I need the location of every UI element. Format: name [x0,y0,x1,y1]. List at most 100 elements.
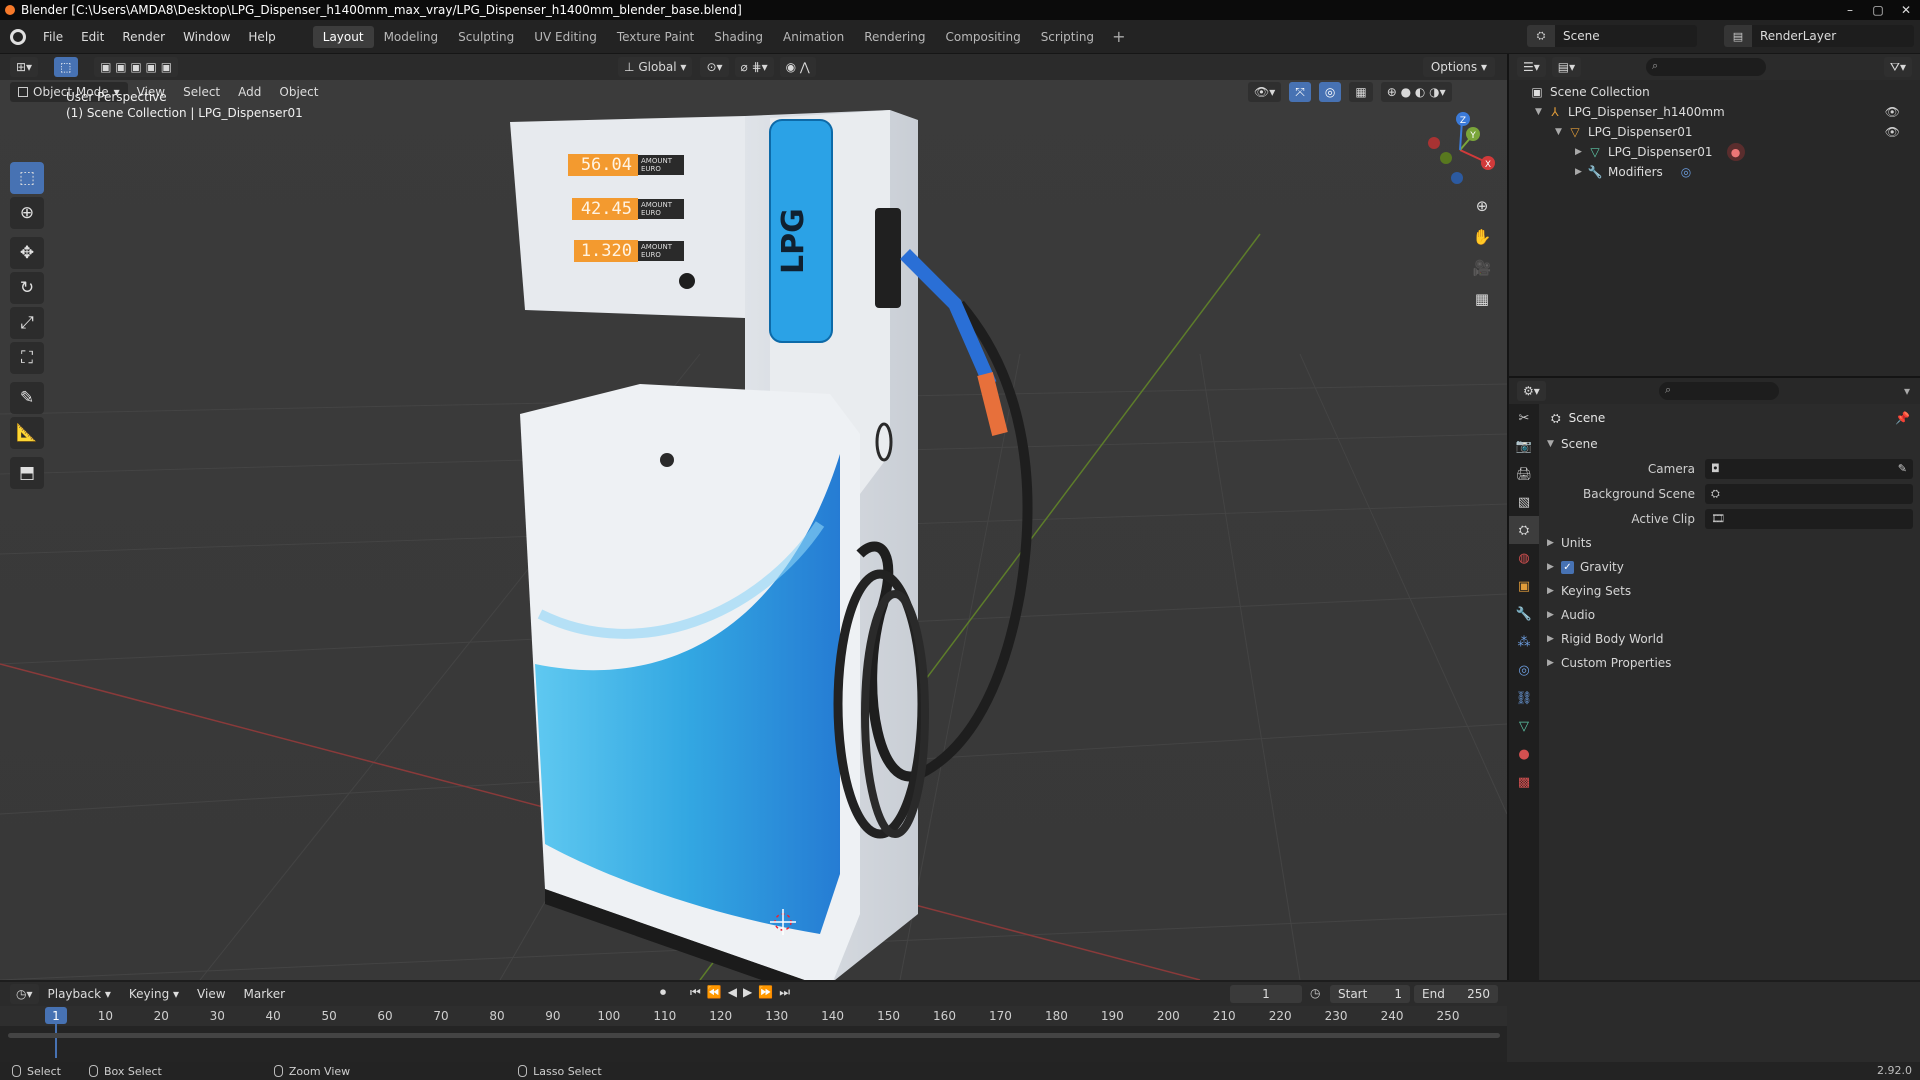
editor-type-icon[interactable]: ⊞▾ [10,57,39,77]
jump-end-icon[interactable]: ⏭ [779,985,790,1000]
add-cube-tool-icon[interactable]: ⬒ [10,457,44,489]
tool-tab-icon[interactable]: ✂ [1509,404,1539,432]
view-layer-tab-icon[interactable]: ▧ [1509,488,1539,516]
camera-view-icon[interactable]: 🎥 [1468,254,1496,282]
modifier-icon[interactable]: ◎ [1681,165,1691,179]
select-tool-icon[interactable]: ⬚ [54,57,79,77]
timeline-menu-marker[interactable]: Marker [235,987,294,1001]
playhead-frame-indicator[interactable]: 1 [45,1007,67,1024]
timeline-menu-view[interactable]: View [188,987,234,1001]
timeline-scrollbar[interactable] [8,1033,1500,1038]
properties-editor-icon[interactable]: ⚙▾ [1517,381,1546,401]
selection-mode-icons[interactable]: ▣ ▣ ▣ ▣ ▣ [94,57,179,77]
active-clip-field[interactable]: 🎞 [1705,508,1913,529]
end-frame-field[interactable]: End 250 [1414,985,1498,1003]
scene-panel-header[interactable]: ▼ Scene [1539,432,1920,456]
tab-scripting[interactable]: Scripting [1031,26,1104,48]
pin-icon[interactable]: 📌 [1895,411,1910,425]
cursor-tool-icon[interactable]: ⊕ [10,197,44,229]
background-scene-field[interactable]: ⛭ [1705,483,1913,504]
particles-tab-icon[interactable]: ⁂ [1509,628,1539,656]
tab-uv-editing[interactable]: UV Editing [524,26,607,48]
render-tab-icon[interactable]: 📷 [1509,432,1539,460]
shading-modes-icon[interactable]: ⊕ ● ◐ ◑▾ [1380,82,1452,102]
select-box-tool-icon[interactable]: ⬚ [10,162,44,194]
properties-search-input[interactable]: ⌕ [1659,382,1779,400]
maximize-icon[interactable]: ▢ [1864,0,1892,20]
expand-arrow-icon[interactable]: ▶ [1575,167,1587,177]
prev-keyframe-icon[interactable]: ⏪ [707,985,722,1000]
scale-tool-icon[interactable]: ⤢ [10,307,44,339]
tab-sculpting[interactable]: Sculpting [448,26,524,48]
outliner-row-modifiers[interactable]: ▶ 🔧 Modifiers ◎ [1575,162,1691,182]
modifier-tab-icon[interactable]: 🔧 [1509,600,1539,628]
output-tab-icon[interactable]: 🖨 [1509,460,1539,488]
xray-icon[interactable]: ▦ [1349,82,1373,102]
gizmo-neg-x-icon[interactable] [1428,137,1440,149]
keying-sets-panel-header[interactable]: ▶ Keying Sets [1539,579,1920,603]
custom-properties-panel-header[interactable]: ▶ Custom Properties [1539,651,1920,675]
gravity-panel-header[interactable]: ▶ ✓ Gravity [1539,555,1920,579]
constraints-tab-icon[interactable]: ⛓ [1509,684,1539,712]
next-keyframe-icon[interactable]: ⏩ [758,985,773,1000]
navigation-gizmo[interactable]: X Y Z [1420,110,1500,190]
outliner-row-dispenser-h1400mm[interactable]: ▼ ⅄ LPG_Dispenser_h1400mm 👁 [1535,102,1910,122]
play-icon[interactable]: ▶ [743,985,752,1000]
current-frame-field[interactable]: 1 [1230,985,1302,1003]
viewport-menu-select[interactable]: Select [174,85,229,99]
menu-render[interactable]: Render [113,30,174,44]
viewport-menu-object[interactable]: Object [270,85,327,99]
scene-tab-icon[interactable]: ⛭ [1509,516,1539,544]
camera-field[interactable]: ◘ ✎ [1705,458,1913,479]
gizmo-neg-z-icon[interactable] [1451,172,1463,184]
tab-texture-paint[interactable]: Texture Paint [607,26,704,48]
options-button[interactable]: Options ▾ [1422,57,1495,77]
outliner-row-mesh[interactable]: ▶ ▽ LPG_Dispenser01 ● [1575,142,1745,162]
material-icon[interactable]: ● [1726,143,1745,161]
proportional-edit-icon[interactable]: ◉ ⋀ [779,57,816,77]
blender-menu-icon[interactable] [10,28,26,45]
tab-rendering[interactable]: Rendering [854,26,935,48]
data-tab-icon[interactable]: ▽ [1509,712,1539,740]
expand-arrow-icon[interactable]: ▶ [1575,147,1587,157]
gizmo-neg-y-icon[interactable] [1440,152,1452,164]
object-tab-icon[interactable]: ▣ [1509,572,1539,600]
playhead-line[interactable] [55,1024,57,1058]
minimize-icon[interactable]: – [1836,0,1864,20]
3d-viewport[interactable]: 56.04 AMOUNT EURO 42.45 AMOUNT EURO 1.320 … [0,54,1507,980]
menu-edit[interactable]: Edit [72,30,113,44]
jump-start-icon[interactable]: ⏮ [690,985,701,1000]
units-panel-header[interactable]: ▶ Units [1539,531,1920,555]
expand-arrow-icon[interactable]: ▼ [1535,107,1547,117]
play-reverse-icon[interactable]: ◀ [728,985,737,1000]
tab-animation[interactable]: Animation [773,26,854,48]
clock-icon[interactable]: ◷ [1310,986,1320,1000]
perspective-grid-icon[interactable]: ▦ [1468,285,1496,313]
start-frame-field[interactable]: Start 1 [1330,985,1410,1003]
record-icon[interactable]: ⏺ [660,985,666,1000]
tab-shading[interactable]: Shading [704,26,773,48]
close-icon[interactable]: ✕ [1892,0,1920,20]
move-tool-icon[interactable]: ✥ [10,237,44,269]
menu-file[interactable]: File [34,30,72,44]
chevron-down-icon[interactable]: ▾ [1904,384,1910,398]
outliner-editor-icon[interactable]: ☰▾ [1517,57,1546,77]
gizmo-toggle-icon[interactable]: ⤧ [1289,82,1311,102]
display-mode-icon[interactable]: ▤▾ [1551,57,1582,77]
audio-panel-header[interactable]: ▶ Audio [1539,603,1920,627]
eyedropper-icon[interactable]: ✎ [1898,462,1907,475]
eye-icon[interactable]: 👁 [1885,105,1900,119]
texture-tab-icon[interactable]: ▩ [1509,768,1539,796]
transform-tool-icon[interactable]: ⛶ [10,342,44,374]
transform-orientation[interactable]: ⊥ Global ▾ [618,57,693,77]
zoom-icon[interactable]: ⊕ [1468,192,1496,220]
visibility-icon[interactable]: 👁▾ [1248,82,1282,102]
tab-modeling[interactable]: Modeling [374,26,449,48]
snap-icon[interactable]: ⌀ ⋕▾ [734,57,774,77]
overlay-toggle-icon[interactable]: ◎ [1318,82,1342,102]
pan-hand-icon[interactable]: ✋ [1468,223,1496,251]
viewport-menu-add[interactable]: Add [229,85,270,99]
timeline-menu-keying[interactable]: Keying ▾ [120,987,188,1001]
rigid-body-world-panel-header[interactable]: ▶ Rigid Body World [1539,627,1920,651]
measure-tool-icon[interactable]: 📐 [10,417,44,449]
